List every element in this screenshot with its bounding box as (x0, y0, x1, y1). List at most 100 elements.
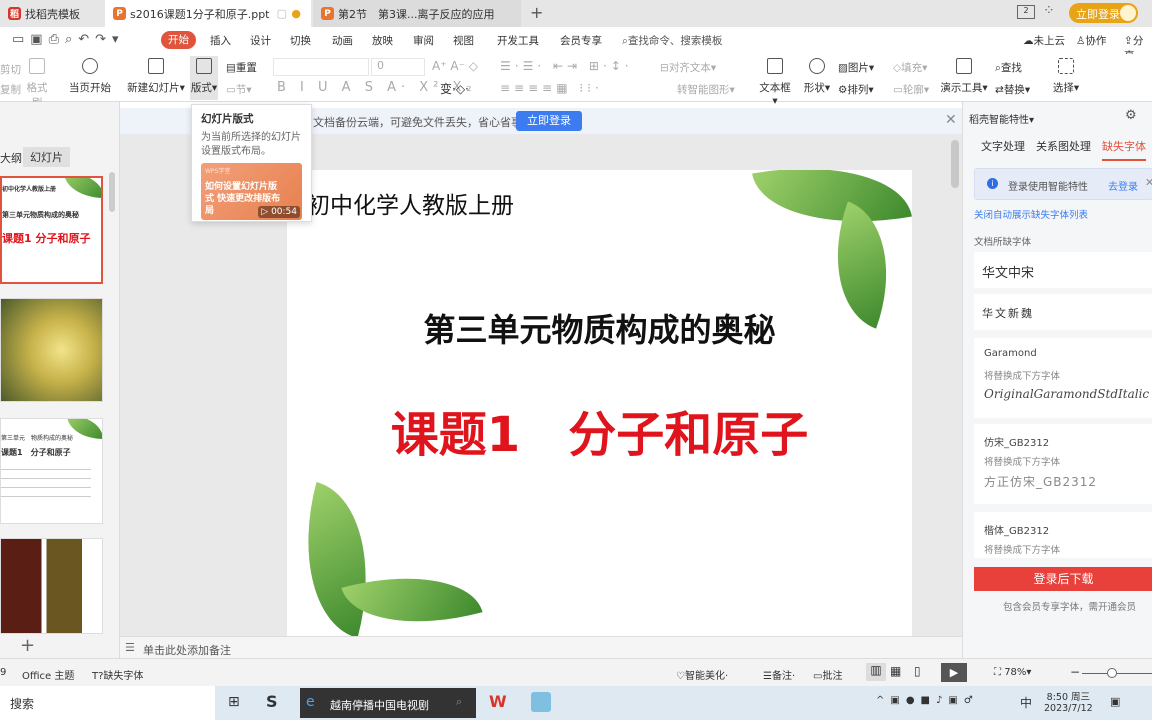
convert-smartart-button[interactable]: 转智能图形▾ (677, 82, 735, 97)
theme-name[interactable]: Office 主题 (22, 667, 74, 682)
menu-tab-transition[interactable]: 切换 (290, 33, 311, 48)
menu-tab-insert[interactable]: 插入 (210, 33, 231, 48)
settings-icon[interactable]: ⚙ (1125, 108, 1137, 123)
missing-font-button[interactable]: T?缺失字体 (92, 667, 143, 682)
menu-tab-developer[interactable]: 开发工具 (497, 33, 539, 48)
notification-icon[interactable]: ▣ (1110, 695, 1120, 708)
slide-unit-title[interactable]: 第三单元物质构成的奥秘 (287, 305, 912, 351)
app-icon[interactable]: S (266, 692, 278, 711)
task-view-icon[interactable]: ⊞ (228, 694, 240, 710)
system-tray-icons[interactable]: ^▣●■♪▣♂ (876, 695, 979, 706)
arrange-button[interactable]: ⚙排列▾ (838, 82, 874, 97)
panel-header[interactable]: 稻壳智能特性▾ (969, 111, 1034, 126)
menu-tab-home[interactable]: 开始 (161, 31, 196, 49)
slide[interactable]: 初中化学人教版上册 第三单元物质构成的奥秘 课题1 分子和原子 (287, 170, 912, 636)
notes-toggle-button[interactable]: ☰备注· (763, 667, 795, 682)
login-button[interactable]: 立即登录 (1069, 3, 1138, 23)
tab-current-doc[interactable]: Ps2016课题1分子和原子.ppt ▢ ● (105, 0, 311, 27)
tooltip-video[interactable]: WPS学堂 如何设置幻灯片版式 快速更改排版布局 ▷ 00:54 (201, 163, 302, 220)
comment-button[interactable]: ▭批注 (813, 667, 842, 682)
browser-taskbar-item[interactable]: e 越南停播中国电视剧 ⌕ (300, 688, 476, 718)
copy-button[interactable]: 复制 (0, 82, 21, 97)
font-card[interactable]: Garamond 将替换成下方字体 OriginalGaramondStdIta… (974, 338, 1152, 418)
slide-title[interactable]: 课题1 分子和原子 (287, 395, 912, 465)
menu-tab-animation[interactable]: 动画 (332, 33, 353, 48)
notes-placeholder[interactable]: 单击此处添加备注 (143, 642, 231, 658)
font-card[interactable]: 华文新魏 (974, 294, 1152, 330)
close-icon[interactable]: ✕ (1145, 176, 1152, 189)
apps-grid-icon[interactable]: ⁘ (1043, 3, 1055, 19)
cut-button[interactable]: 剪切 (0, 62, 21, 77)
slide-thumbnail-3[interactable]: 第三单元 物质构成的奥秘 课题1 分子和原子 (0, 418, 103, 524)
thumbnail-scrollbar[interactable] (109, 172, 115, 212)
notification-login-button[interactable]: 立即登录 (516, 111, 582, 131)
font-card[interactable]: 华文中宋 (974, 252, 1152, 288)
clock[interactable]: 8:50 周三 2023/7/12 (1044, 689, 1093, 714)
normal-view-button[interactable]: ▥ (866, 663, 886, 681)
outline-button[interactable]: ▭轮廓▾ (893, 82, 929, 97)
paragraph-align-buttons[interactable]: ≡≡≡≡▦ ⁝⁝· (500, 81, 603, 95)
close-auto-list-link[interactable]: 关闭自动展示缺失字体列表 (974, 207, 1088, 221)
shape-button[interactable]: 形状▾ (801, 58, 833, 95)
list-buttons[interactable]: ☰·☰· ⇤⇥ ⊞·↕· (500, 59, 633, 73)
font-name-select[interactable] (273, 58, 369, 76)
wps-icon[interactable]: W (489, 692, 507, 711)
slide-thumbnail-4[interactable] (0, 538, 103, 634)
font-size-select[interactable]: 0 (371, 58, 425, 76)
align-text-button[interactable]: ⊟对齐文本▾ (660, 60, 716, 75)
layout-button[interactable]: 版式▾ (190, 56, 218, 100)
tab-missing-fonts[interactable]: 缺失字体 (1102, 138, 1146, 161)
present-tools-button[interactable]: 演示工具▾ (940, 58, 988, 95)
tab-other-doc[interactable]: P 第2节 第3课...离子反应的应用 (313, 0, 521, 27)
download-button[interactable]: 登录后下载 (974, 567, 1152, 591)
zoom-slider[interactable] (1082, 673, 1152, 674)
menu-tab-view[interactable]: 视图 (453, 33, 474, 48)
smart-beautify-button[interactable]: ♡智能美化· (676, 667, 728, 682)
slide-subtitle[interactable]: 初中化学人教版上册 (307, 186, 514, 220)
zoom-slider-handle[interactable] (1107, 668, 1117, 678)
taskbar-search[interactable]: 搜索 (0, 686, 215, 720)
slide-thumbnail-2[interactable] (0, 298, 103, 402)
menu-tab-design[interactable]: 设计 (250, 33, 271, 48)
quick-access-icons[interactable]: ▭▣⎙⌕↶↷▾ (12, 32, 125, 47)
section-button[interactable]: ▭节▾ (226, 82, 252, 97)
text-effect-button[interactable]: 变·◇· (440, 80, 469, 97)
zoom-out-button[interactable]: − (1070, 665, 1080, 679)
menu-tab-review[interactable]: 审阅 (413, 33, 434, 48)
window-mode-icon[interactable]: 2 (1017, 5, 1035, 19)
select-button[interactable]: 选择▾ (1050, 58, 1082, 95)
picture-button[interactable]: ▨图片▾ (838, 60, 874, 75)
outline-tab[interactable]: 大纲 (0, 150, 22, 166)
add-slide-button[interactable]: + (20, 635, 35, 656)
reading-view-button[interactable]: ▯ (914, 664, 921, 678)
font-card[interactable]: 仿宋_GB2312 将替换成下方字体 方正仿宋_GB2312 (974, 424, 1152, 504)
tab-diagram-processing[interactable]: 关系图处理 (1036, 138, 1091, 154)
new-tab-button[interactable]: + (530, 3, 543, 22)
find-button[interactable]: ⌕查找 (995, 60, 1022, 75)
menu-tab-slideshow[interactable]: 放映 (372, 33, 393, 48)
command-search[interactable]: ⌕查找命令、搜索模板 (622, 33, 722, 48)
cloud-status[interactable]: ☁未上云 (1023, 33, 1065, 48)
zoom-level[interactable]: ⛶ 78%▾ (994, 667, 1031, 678)
textbox-button[interactable]: 文本框▾ (757, 58, 793, 107)
font-size-controls[interactable]: A⁺ A⁻ ◇ (432, 59, 478, 73)
close-icon[interactable]: ✕ (945, 112, 957, 128)
go-login-link[interactable]: 去登录 (1108, 178, 1138, 193)
tab-text-processing[interactable]: 文字处理 (981, 138, 1025, 154)
fill-button[interactable]: ◇填充▾ (893, 60, 927, 75)
tab-docer[interactable]: 稻找稻壳模板 (0, 0, 105, 27)
app-icon[interactable] (531, 692, 551, 712)
replace-button[interactable]: ⇄替换▾ (995, 82, 1030, 97)
play-current-button[interactable]: 当页开始 (64, 58, 116, 95)
notes-bar[interactable]: ☰ 单击此处添加备注 (120, 636, 962, 658)
menu-tab-member[interactable]: 会员专享 (560, 33, 602, 48)
ime-indicator[interactable]: 中 (1020, 694, 1032, 711)
canvas-scrollbar[interactable] (951, 140, 959, 188)
collab-button[interactable]: ♙协作 (1076, 33, 1106, 48)
new-slide-button[interactable]: 新建幻灯片▾ (126, 58, 186, 95)
slides-tab[interactable]: 幻灯片 (23, 147, 70, 167)
slide-thumbnail-1[interactable]: 初中化学人教版上册 第三单元物质构成的奥秘 课题1 分子和原子 (0, 176, 103, 284)
reset-button[interactable]: ▤重置 (226, 60, 257, 75)
play-slideshow-button[interactable]: ▶ (941, 663, 967, 682)
font-card[interactable]: 楷体_GB2312 将替换成下方字体 (974, 512, 1152, 558)
